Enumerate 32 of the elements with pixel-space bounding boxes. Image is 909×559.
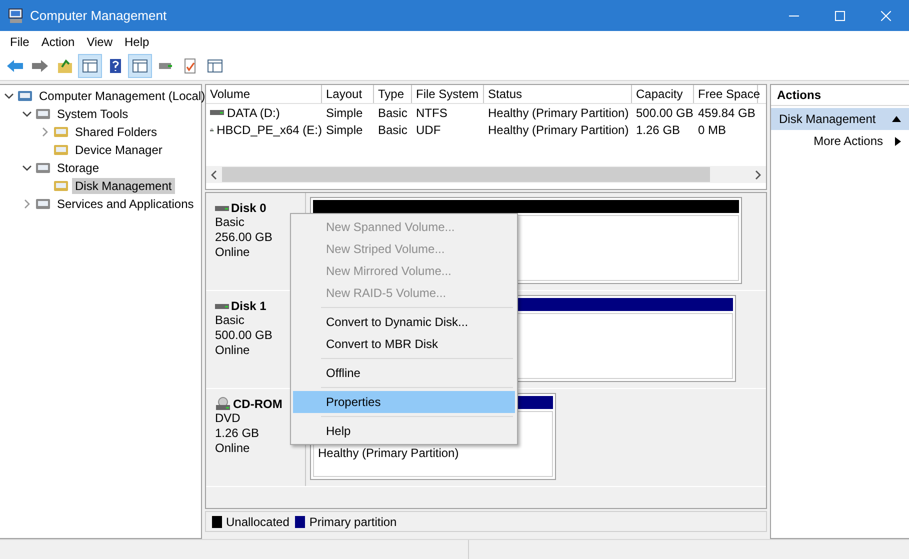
table-cell: 500.00 GB [636,106,694,120]
table-cell: Basic [378,122,408,136]
table-cell: DATA (D:) [227,106,280,120]
table-cell: Simple [326,106,363,120]
disk-name: Disk 0 [231,201,266,215]
disk-status: Online [215,343,251,358]
table-cell: 1.26 GB [636,122,680,136]
disk-type: Basic [215,313,246,328]
disk-status: Online [215,441,251,456]
window-title: Computer Management [30,8,167,23]
table-cell: Healthy (Primary Partition) [488,122,629,136]
partition-status: Healthy (Primary Partition) [318,446,460,460]
legend-label: Primary partition [309,514,397,528]
table-cell: Basic [378,106,408,120]
table-cell: HBCD_PE_x64 (E:) [216,122,322,136]
section-title: Disk Management [779,112,876,126]
disk-type: Basic [215,215,246,230]
table-cell: UDF [416,122,441,136]
table-cell: Healthy (Primary Partition) [488,106,629,120]
actions-header: Actions [771,85,909,106]
table-cell: 459.84 GB [698,106,756,120]
disk-size: 1.26 GB [215,426,260,441]
table-cell: NTFS [416,106,448,120]
table-cell: Simple [326,122,363,136]
disk-status: Online [215,245,251,260]
disk-size: 256.00 GB [215,230,274,245]
table-cell: 0 MB [698,122,726,136]
disk-size: 500.00 GB [215,328,274,343]
legend-label: Unallocated [226,514,290,528]
disk-name: Disk 1 [231,299,266,313]
disk-name: CD-ROM [233,397,282,411]
disk-type: DVD [215,411,242,426]
